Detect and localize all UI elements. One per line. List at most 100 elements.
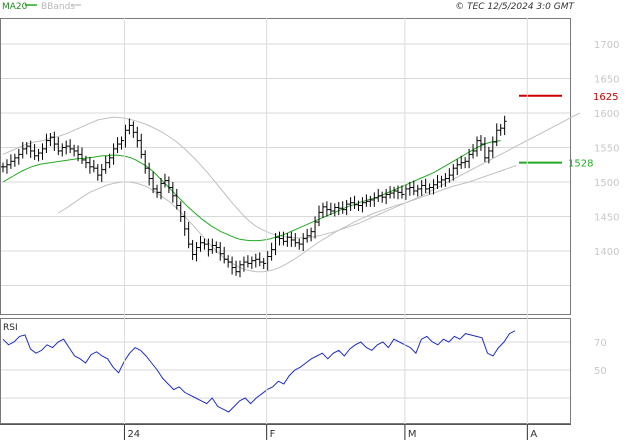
ohlc-bar bbox=[494, 123, 499, 147]
ohlc-bar bbox=[471, 144, 476, 159]
ohlc-bar bbox=[68, 139, 73, 154]
ohlc-bar bbox=[277, 231, 282, 246]
ohlc-bar bbox=[392, 186, 397, 199]
ohlc-bar bbox=[91, 159, 96, 173]
ohlc-bar bbox=[127, 118, 132, 135]
ohlc-bar bbox=[178, 201, 183, 223]
ohlc-bar bbox=[384, 188, 389, 205]
ohlc-bar bbox=[56, 137, 61, 156]
ohlc-bar bbox=[269, 242, 274, 261]
price-tick-label: 1500 bbox=[594, 178, 619, 189]
rsi-tick-label: 50 bbox=[594, 366, 607, 377]
ohlc-bar bbox=[135, 126, 140, 148]
ohlc-bar bbox=[155, 184, 160, 198]
x-tick-label: M bbox=[408, 429, 417, 440]
ohlc-bar bbox=[301, 233, 306, 251]
ohlc-bar bbox=[309, 227, 314, 242]
ohlc-bar bbox=[498, 124, 503, 136]
ohlc-bar bbox=[340, 201, 345, 214]
copyright-text: © TEC 12/5/2024 3:0 GMT bbox=[455, 2, 575, 12]
ohlc-bar bbox=[352, 195, 357, 209]
ohlc-bar bbox=[368, 195, 373, 207]
ohlc-bar bbox=[72, 144, 77, 157]
level-marker-label: 1625 bbox=[593, 92, 618, 103]
ohlc-bar bbox=[8, 154, 13, 169]
rsi-grid bbox=[1, 341, 570, 399]
ohlc-bar bbox=[257, 252, 262, 267]
ohlc-bar bbox=[194, 242, 199, 262]
ohlc-bar bbox=[115, 137, 120, 154]
rsi-path bbox=[2, 330, 516, 413]
ohlc-bar bbox=[103, 155, 108, 174]
ohlc-bar bbox=[463, 157, 468, 169]
chart-stage: MA20 BBands © TEC 12/5/2024 3:0 GMT 1625… bbox=[0, 0, 627, 440]
ohlc-bar bbox=[297, 238, 302, 250]
ohlc-bar bbox=[95, 164, 100, 181]
ohlc-bar bbox=[305, 228, 310, 243]
ohlc-bar bbox=[415, 184, 420, 197]
ohlc-bar bbox=[36, 148, 41, 162]
ohlc-bar bbox=[336, 202, 341, 216]
ohlc-bar bbox=[40, 143, 45, 160]
price-tick-label: 1550 bbox=[594, 144, 619, 155]
rsi-line bbox=[2, 330, 516, 413]
ohlc-bar bbox=[411, 180, 416, 196]
ohlc-bar bbox=[87, 157, 92, 174]
legend-bb-label: BBands bbox=[41, 2, 75, 12]
rsi-panel-frame bbox=[0, 318, 571, 424]
rsi-axis: 70 50 bbox=[594, 338, 607, 377]
x-tick-label: 24 bbox=[127, 429, 140, 440]
ohlc-bar bbox=[139, 133, 144, 159]
price-tick-label: 1400 bbox=[594, 247, 619, 258]
ohlc-bar bbox=[261, 257, 266, 269]
price-tick-label: 1700 bbox=[594, 40, 619, 51]
ohlc-bar bbox=[143, 150, 148, 174]
ohlc-bar bbox=[443, 173, 448, 187]
ohlc-bar bbox=[111, 143, 116, 165]
ohlc-bar bbox=[238, 260, 242, 278]
ohlc-bar bbox=[166, 176, 171, 194]
bb-lower-line bbox=[58, 164, 517, 273]
ohlc-bar bbox=[222, 246, 227, 264]
ohlc-bar bbox=[332, 203, 337, 217]
level-markers: 1625 1528 bbox=[519, 92, 618, 170]
ohlc-bar bbox=[80, 147, 84, 165]
ohlc-bar bbox=[44, 133, 49, 154]
ohlc-bar bbox=[60, 143, 65, 157]
ohlc-bar bbox=[380, 191, 385, 203]
ohlc-bar bbox=[16, 148, 21, 165]
ohlc-bar bbox=[1, 162, 5, 173]
ohlc-bar bbox=[32, 144, 37, 160]
level-marker-label: 1528 bbox=[568, 159, 593, 170]
stock-chart: MA20 BBands © TEC 12/5/2024 3:0 GMT 1625… bbox=[0, 2, 619, 440]
ohlc-bar bbox=[253, 253, 258, 268]
time-axis: 24FMAM bbox=[123, 18, 537, 440]
ohlc-bar bbox=[4, 159, 9, 174]
ohlc-bar bbox=[360, 197, 365, 213]
ohlc-bar bbox=[502, 115, 507, 136]
ohlc-bar bbox=[372, 192, 377, 207]
ohlc-bar bbox=[230, 256, 235, 275]
rsi-title: RSI bbox=[3, 323, 18, 333]
x-tick-label: F bbox=[270, 429, 276, 440]
ohlc-bar bbox=[52, 131, 57, 151]
ohlc-bar bbox=[293, 233, 298, 247]
ohlc-bar bbox=[478, 135, 483, 151]
ohlc-bar bbox=[317, 205, 321, 227]
ohlc-bar bbox=[285, 233, 290, 247]
price-tick-label: 1650 bbox=[594, 75, 619, 86]
ohlc-bar bbox=[376, 188, 381, 203]
bb-upper-line bbox=[2, 112, 580, 239]
ohlc-bar bbox=[198, 235, 203, 252]
ohlc-bar bbox=[455, 159, 460, 176]
ohlc-bar bbox=[348, 197, 353, 211]
ohlc-bar bbox=[99, 164, 104, 182]
ohlc-bar bbox=[320, 202, 325, 218]
ohlc-bar bbox=[12, 153, 17, 167]
price-tick-label: 1600 bbox=[594, 109, 619, 120]
ohlc-bar bbox=[324, 201, 329, 217]
ohlc-bar bbox=[249, 256, 254, 269]
ohlc-bar bbox=[234, 260, 239, 276]
rsi-tick-label: 70 bbox=[594, 338, 607, 349]
price-tick-label: 1450 bbox=[594, 213, 619, 224]
